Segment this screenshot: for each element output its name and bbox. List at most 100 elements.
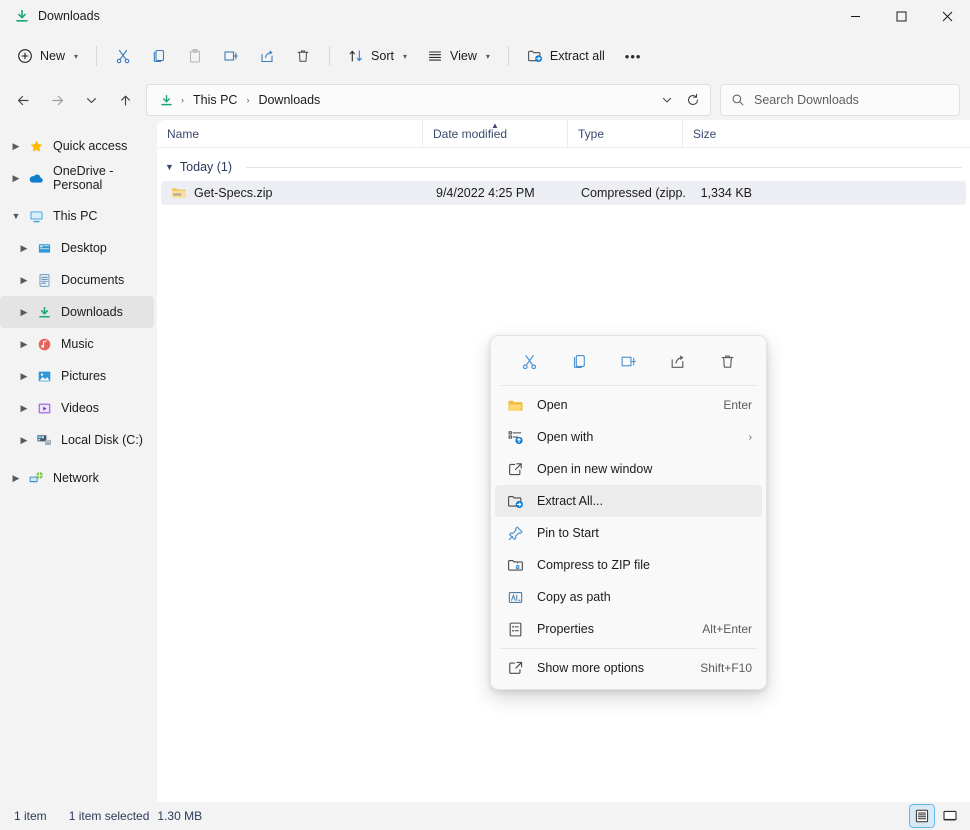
sidebar-item-downloads[interactable]: ▶ Downloads	[0, 296, 154, 328]
properties-icon	[505, 620, 525, 638]
sidebar-item-local-disk-c[interactable]: ▶ Local Disk (C:)	[0, 424, 154, 456]
view-button[interactable]: View ▾	[418, 40, 499, 72]
submenu-arrow-icon: ›	[749, 432, 752, 443]
rename-button[interactable]	[214, 40, 248, 72]
column-header-date-modified[interactable]: ▲ Date modified	[422, 120, 567, 148]
extract-all-icon	[505, 492, 525, 510]
context-delete-button[interactable]	[710, 346, 744, 376]
up-button[interactable]	[108, 84, 142, 116]
address-dropdown-button[interactable]	[654, 87, 680, 113]
scissors-icon	[115, 48, 131, 64]
column-header-label: Type	[578, 127, 604, 141]
context-rename-button[interactable]	[611, 346, 645, 376]
new-button[interactable]: New ▾	[8, 40, 87, 72]
chevron-down-icon: ▾	[74, 52, 78, 61]
drive-icon	[34, 432, 54, 448]
context-menu-item-show-more-options[interactable]: Show more options Shift+F10	[495, 652, 762, 684]
status-selection: 1 item selected	[69, 809, 150, 823]
more-options-button[interactable]: •••	[616, 40, 651, 72]
column-header-size[interactable]: Size	[682, 120, 762, 148]
extract-all-toolbar-button[interactable]: Extract all	[518, 40, 614, 72]
documents-icon	[34, 272, 54, 288]
sidebar-item-label: This PC	[53, 209, 97, 223]
window-title: Downloads	[38, 9, 100, 23]
group-header-today[interactable]: ▼ Today (1)	[157, 153, 970, 181]
search-icon	[731, 93, 745, 107]
cut-button[interactable]	[106, 40, 140, 72]
breadcrumb-root-icon[interactable]	[155, 90, 178, 111]
chevron-down-icon: ▾	[486, 52, 490, 61]
address-bar[interactable]: › This PC › Downloads	[146, 84, 711, 116]
details-view-icon[interactable]	[910, 805, 934, 827]
chevron-right-icon[interactable]: ▶	[14, 275, 34, 286]
paste-button[interactable]	[178, 40, 212, 72]
context-menu-item-open-with[interactable]: Open with ›	[495, 421, 762, 453]
minimize-button[interactable]	[832, 0, 878, 32]
chevron-right-icon[interactable]: ▶	[6, 173, 26, 184]
chevron-right-icon[interactable]: ▶	[14, 403, 34, 414]
more-options-label: •••	[625, 49, 642, 64]
back-button[interactable]	[6, 84, 40, 116]
context-copy-button[interactable]	[562, 346, 596, 376]
chevron-down-icon[interactable]: ▼	[165, 162, 174, 172]
view-button-label: View	[450, 49, 477, 63]
chevron-right-icon[interactable]: ▶	[14, 339, 34, 350]
column-header-type[interactable]: Type	[567, 120, 682, 148]
search-input[interactable]: Search Downloads	[754, 93, 859, 107]
context-menu-item-label: Open in new window	[537, 462, 752, 476]
videos-icon	[34, 400, 54, 416]
chevron-right-icon[interactable]: ▶	[14, 243, 34, 254]
sidebar-item-quick-access[interactable]: ▶ Quick access	[0, 130, 154, 162]
search-box[interactable]: Search Downloads	[720, 84, 960, 116]
sidebar-item-label: Videos	[61, 401, 99, 415]
file-name: Get-Specs.zip	[194, 186, 273, 200]
context-menu-item-open[interactable]: Open Enter	[495, 389, 762, 421]
delete-button[interactable]	[286, 40, 320, 72]
context-menu-item-compress-to-zip[interactable]: Compress to ZIP file	[495, 549, 762, 581]
chevron-right-icon[interactable]: ▶	[14, 307, 34, 318]
context-cut-button[interactable]	[513, 346, 547, 376]
sidebar-item-videos[interactable]: ▶ Videos	[0, 392, 154, 424]
sidebar-item-documents[interactable]: ▶ Documents	[0, 264, 154, 296]
sidebar-item-this-pc[interactable]: ▼ This PC	[0, 200, 154, 232]
view-toggle-group	[910, 805, 962, 827]
sort-button[interactable]: Sort ▾	[339, 40, 416, 72]
chevron-right-icon[interactable]: ▶	[14, 371, 34, 382]
sidebar-item-desktop[interactable]: ▶ Desktop	[0, 232, 154, 264]
paste-icon	[187, 48, 203, 64]
copy-button[interactable]	[142, 40, 176, 72]
maximize-button[interactable]	[878, 0, 924, 32]
table-row[interactable]: Get-Specs.zip 9/4/2022 4:25 PM Compresse…	[161, 181, 966, 205]
sidebar-item-onedrive[interactable]: ▶ OneDrive - Personal	[0, 162, 154, 194]
extract-all-toolbar-label: Extract all	[550, 49, 605, 63]
forward-button[interactable]	[40, 84, 74, 116]
sidebar-item-music[interactable]: ▶ Music	[0, 328, 154, 360]
recent-locations-button[interactable]	[74, 84, 108, 116]
share-button[interactable]	[250, 40, 284, 72]
context-menu-item-open-in-new-window[interactable]: Open in new window	[495, 453, 762, 485]
column-header-label: Name	[167, 127, 199, 141]
sidebar-item-network[interactable]: ▶ Network	[0, 462, 154, 494]
context-share-button[interactable]	[661, 346, 695, 376]
breadcrumb-item-downloads[interactable]: Downloads	[252, 90, 326, 110]
context-menu-divider-2	[500, 648, 757, 649]
context-menu-item-copy-as-path[interactable]: Copy as path	[495, 581, 762, 613]
context-menu-item-properties[interactable]: Properties Alt+Enter	[495, 613, 762, 645]
chevron-right-icon[interactable]: ▶	[14, 435, 34, 446]
large-icons-view-icon[interactable]	[938, 805, 962, 827]
context-menu-item-pin-to-start[interactable]: Pin to Start	[495, 517, 762, 549]
sidebar-item-pictures[interactable]: ▶ Pictures	[0, 360, 154, 392]
chevron-right-icon[interactable]: ▶	[6, 141, 26, 152]
refresh-button[interactable]	[680, 87, 706, 113]
new-button-label: New	[40, 49, 65, 63]
command-toolbar: New ▾	[0, 32, 970, 80]
context-menu-item-extract-all[interactable]: Extract All...	[495, 485, 762, 517]
close-button[interactable]	[924, 0, 970, 32]
pin-icon	[505, 524, 525, 542]
context-menu-item-label: Open with	[537, 430, 739, 444]
status-bar: 1 item 1 item selected 1.30 MB	[0, 802, 970, 830]
chevron-down-icon[interactable]: ▼	[6, 211, 26, 221]
chevron-right-icon[interactable]: ▶	[6, 473, 26, 484]
column-header-name[interactable]: Name	[157, 120, 422, 148]
breadcrumb-item-this-pc[interactable]: This PC	[187, 90, 243, 110]
